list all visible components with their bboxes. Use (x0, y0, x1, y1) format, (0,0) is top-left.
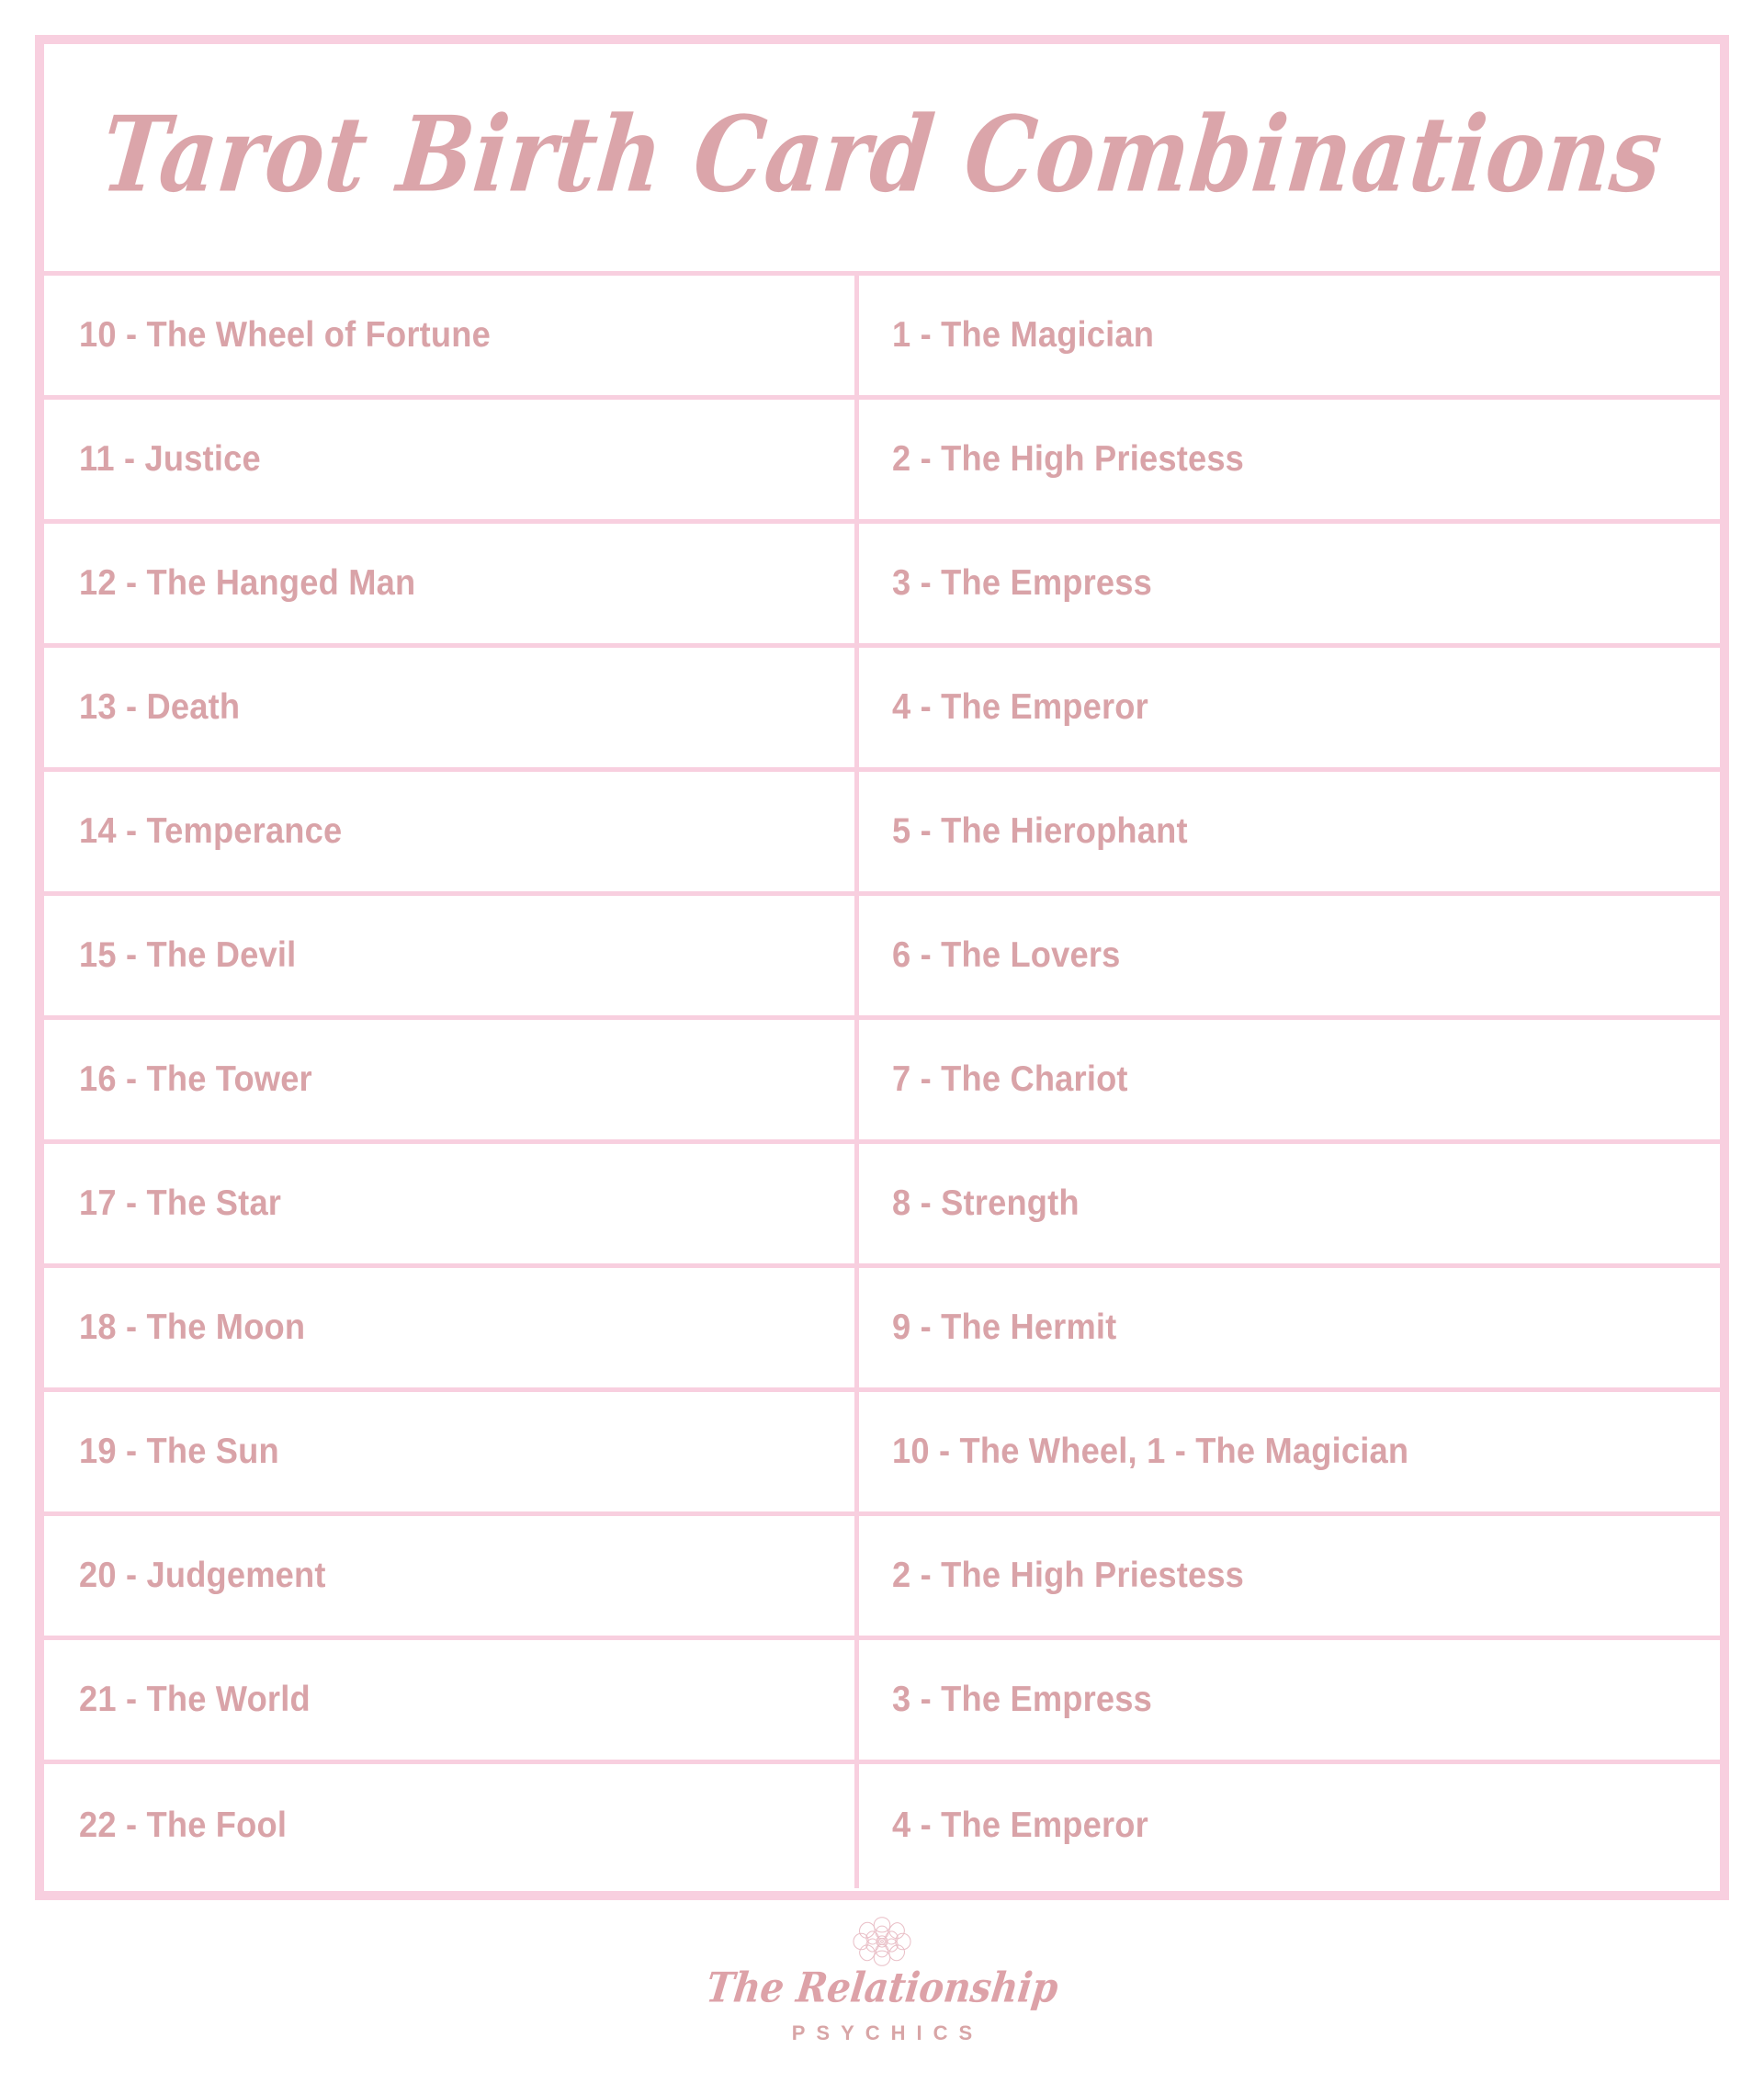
card-label: 22 - The Fool (79, 1806, 288, 1846)
table-row: 15 - The Devil 6 - The Lovers (44, 896, 1720, 1020)
card-label: 15 - The Devil (79, 934, 297, 975)
table-cell-right: 4 - The Emperor (859, 648, 1720, 767)
card-label: 6 - The Lovers (892, 934, 1121, 975)
card-label: 5 - The Hierophant (892, 810, 1188, 851)
card-label: 10 - The Wheel, 1 - The Magician (892, 1431, 1409, 1471)
card-label: 11 - Justice (79, 438, 261, 479)
card-label: 16 - The Tower (79, 1058, 312, 1099)
table-row: 17 - The Star 8 - Strength (44, 1144, 1720, 1268)
table-cell-left: 21 - The World (44, 1640, 859, 1760)
table-row: 13 - Death 4 - The Emperor (44, 648, 1720, 772)
table-cell-left: 15 - The Devil (44, 896, 859, 1015)
card-label: 3 - The Empress (892, 562, 1152, 603)
table-row: 20 - Judgement 2 - The High Priestess (44, 1516, 1720, 1640)
card-label: 13 - Death (79, 686, 241, 727)
table-cell-right: 1 - The Magician (859, 276, 1720, 395)
table-row: 10 - The Wheel of Fortune 1 - The Magicia… (44, 276, 1720, 400)
brand-subtitle: PSYCHICS (791, 2021, 984, 2044)
card-label: 10 - The Wheel of Fortune (79, 314, 491, 355)
table-cell-left: 16 - The Tower (44, 1020, 859, 1139)
table-cell-left: 18 - The Moon (44, 1268, 859, 1387)
table-row: 19 - The Sun 10 - The Wheel, 1 - The Magi… (44, 1392, 1720, 1516)
card-label: 7 - The Chariot (892, 1058, 1128, 1099)
card-label: 2 - The High Priestess (892, 438, 1245, 479)
table-row: 11 - Justice 2 - The High Priestess (44, 400, 1720, 524)
card-label: 20 - Judgement (79, 1555, 326, 1595)
table-cell-left: 22 - The Fool (44, 1764, 859, 1888)
table-cell-right: 5 - The Hierophant (859, 772, 1720, 891)
table-cell-right: 4 - The Emperor (859, 1764, 1720, 1888)
table-cell-left: 14 - Temperance (44, 772, 859, 891)
card-label: 4 - The Emperor (892, 686, 1148, 727)
card-label: 2 - The High Priestess (892, 1555, 1245, 1595)
card-label: 8 - Strength (892, 1183, 1080, 1223)
card-label: 4 - The Emperor (892, 1806, 1148, 1846)
table-cell-right: 3 - The Empress (859, 524, 1720, 643)
page-title: Tarot Birth Card Combinations (96, 92, 1669, 216)
brand-footer: The Relationship PSYCHICS (0, 1911, 1764, 2083)
table-cell-right: 2 - The High Priestess (859, 1516, 1720, 1636)
brand-name: The Relationship (703, 1964, 1061, 2012)
table-cell-left: 10 - The Wheel of Fortune (44, 276, 859, 395)
table-cell-right: 10 - The Wheel, 1 - The Magician (859, 1392, 1720, 1511)
table-cell-right: 6 - The Lovers (859, 896, 1720, 1015)
title-banner: Tarot Birth Card Combinations (44, 44, 1720, 276)
lotus-mandala-icon (853, 1917, 911, 1966)
card-label: 9 - The Hermit (892, 1307, 1117, 1347)
table-cell-right: 7 - The Chariot (859, 1020, 1720, 1139)
card-label: 12 - The Hanged Man (79, 562, 416, 603)
table-cell-left: 11 - Justice (44, 400, 859, 519)
tarot-table: Tarot Birth Card Combinations 10 - The W… (35, 35, 1729, 1900)
table-row: 18 - The Moon 9 - The Hermit (44, 1268, 1720, 1392)
table-row: 16 - The Tower 7 - The Chariot (44, 1020, 1720, 1144)
table-cell-right: 2 - The High Priestess (859, 400, 1720, 519)
table-cell-left: 17 - The Star (44, 1144, 859, 1263)
table-row: 12 - The Hanged Man 3 - The Empress (44, 524, 1720, 648)
table-row: 21 - The World 3 - The Empress (44, 1640, 1720, 1764)
table-cell-right: 9 - The Hermit (859, 1268, 1720, 1387)
card-label: 21 - The World (79, 1679, 311, 1719)
table-cell-right: 3 - The Empress (859, 1640, 1720, 1760)
card-label: 18 - The Moon (79, 1307, 306, 1347)
table-row: 22 - The Fool 4 - The Emperor (44, 1764, 1720, 1888)
card-label: 14 - Temperance (79, 810, 343, 851)
card-label: 19 - The Sun (79, 1431, 279, 1471)
card-label: 17 - The Star (79, 1183, 282, 1223)
card-label: 3 - The Empress (892, 1679, 1152, 1719)
table-body: 10 - The Wheel of Fortune 1 - The Magicia… (44, 276, 1720, 1888)
table-cell-right: 8 - Strength (859, 1144, 1720, 1263)
table-cell-left: 20 - Judgement (44, 1516, 859, 1636)
card-label: 1 - The Magician (892, 314, 1155, 355)
table-cell-left: 12 - The Hanged Man (44, 524, 859, 643)
table-cell-left: 13 - Death (44, 648, 859, 767)
table-cell-left: 19 - The Sun (44, 1392, 859, 1511)
table-row: 14 - Temperance 5 - The Hierophant (44, 772, 1720, 896)
